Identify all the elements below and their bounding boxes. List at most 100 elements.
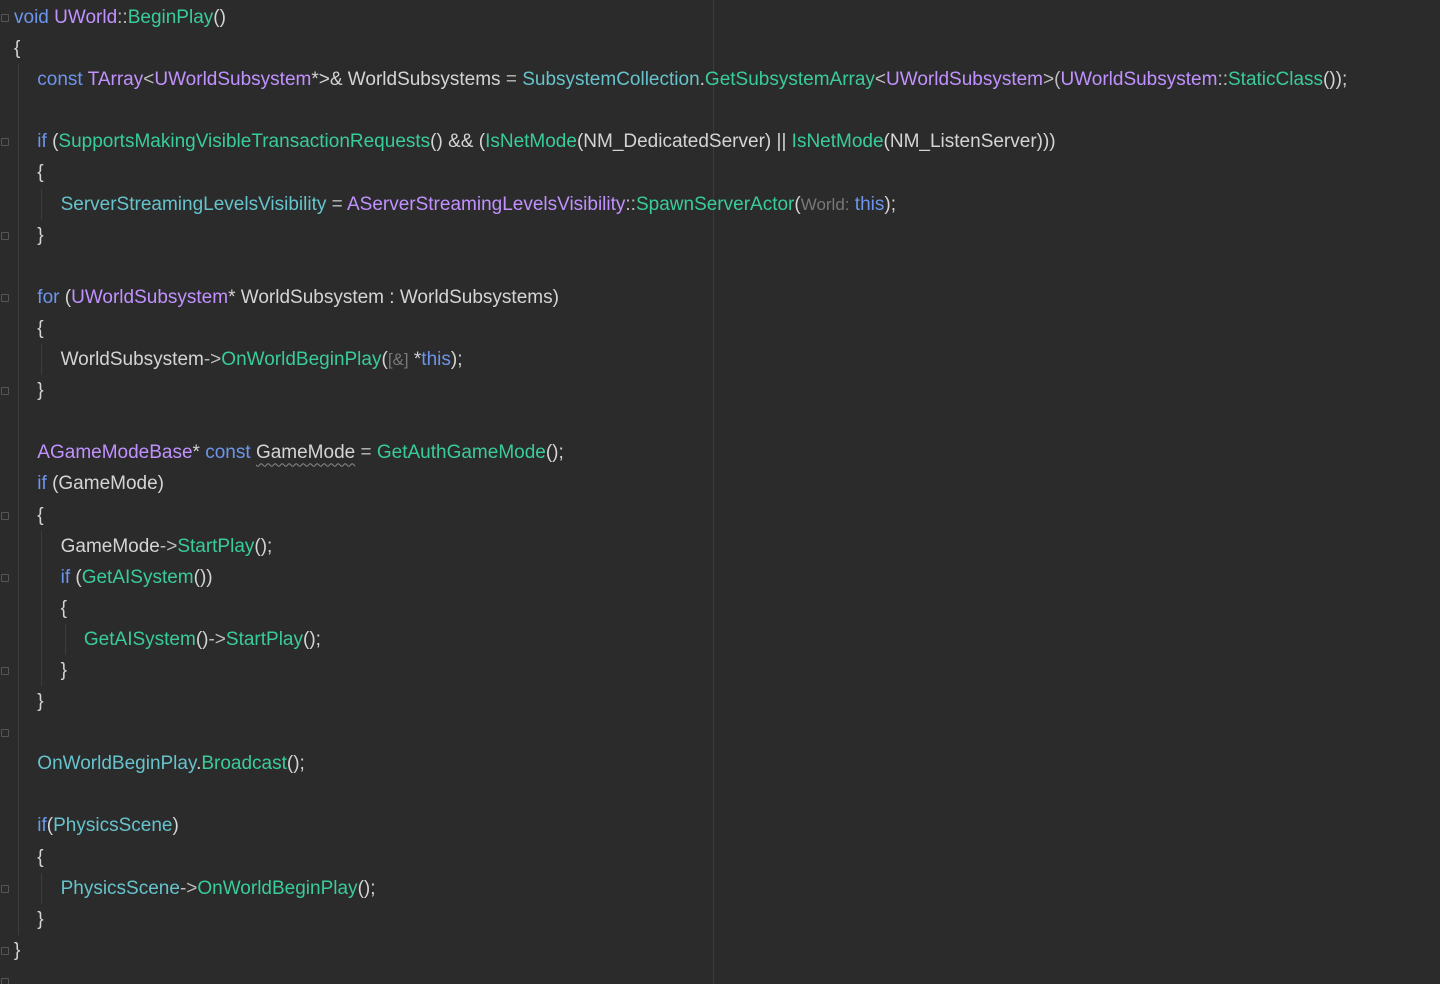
code-line[interactable]: } — [14, 219, 1434, 251]
indent-guide — [18, 126, 19, 158]
fold-marker-icon[interactable] — [1, 667, 9, 676]
code-line[interactable]: } — [14, 375, 1434, 407]
code-token: (); — [254, 535, 273, 557]
indent-guide — [18, 312, 19, 345]
code-token: ( — [59, 286, 72, 308]
indent-guide — [18, 64, 19, 96]
code-line[interactable]: if (SupportsMakingVisibleTransactionRequ… — [14, 126, 1434, 158]
code-token: () — [195, 628, 209, 650]
code-line-content: } — [14, 935, 20, 966]
code-line[interactable]: { — [14, 592, 1434, 624]
code-token: { — [14, 38, 21, 60]
code-line[interactable]: if (GameMode) — [14, 468, 1434, 500]
code-line[interactable]: { — [14, 841, 1434, 873]
code-line-content: if (SupportsMakingVisibleTransactionRequ… — [37, 126, 1055, 157]
code-token: () — [213, 7, 226, 28]
code-token: IsNetMode — [791, 131, 884, 153]
code-line[interactable]: } — [14, 654, 1434, 687]
fold-gutter — [0, 0, 12, 984]
fold-marker-icon[interactable] — [1, 231, 9, 240]
code-line[interactable]: WorldSubsystem->OnWorldBeginPlay([&] *th… — [14, 344, 1434, 376]
code-line[interactable]: GetAISystem()->StartPlay(); — [14, 623, 1434, 655]
indent-guide — [18, 468, 19, 500]
code-token: GetSubsystemArray — [704, 69, 875, 91]
fold-marker-icon[interactable] — [1, 573, 9, 582]
code-token: GameMode — [60, 535, 160, 557]
code-token: StartPlay — [225, 628, 303, 650]
code-token: (); — [545, 442, 564, 464]
code-line[interactable]: for (UWorldSubsystem* WorldSubsystem : W… — [14, 281, 1434, 313]
code-line[interactable]: { — [14, 499, 1434, 531]
code-line-content: const TArray<UWorldSubsystem*>& WorldSub… — [37, 64, 1347, 95]
fold-marker-icon[interactable] — [1, 884, 9, 893]
indent-guide — [18, 250, 19, 282]
indent-guide — [18, 903, 19, 935]
code-token: (); — [286, 753, 305, 775]
fold-marker-icon[interactable] — [1, 729, 9, 738]
indent-guide — [18, 748, 19, 780]
code-token: if — [37, 473, 47, 495]
code-line[interactable]: AGameModeBase* const GameMode = GetAuthG… — [14, 437, 1434, 469]
code-line-content: GameMode->StartPlay(); — [61, 531, 273, 562]
fold-marker-icon[interactable] — [1, 511, 9, 520]
fold-marker-icon[interactable] — [1, 947, 9, 955]
code-line[interactable]: { — [14, 33, 1434, 64]
code-token: if — [37, 815, 47, 837]
fold-marker-icon[interactable] — [1, 293, 9, 302]
fold-marker-icon[interactable] — [1, 14, 9, 22]
code-line[interactable]: void UWorld::BeginPlay() — [14, 2, 1434, 33]
indent-guide — [41, 654, 43, 687]
indent-guide — [18, 344, 19, 376]
code-editor[interactable]: void UWorld::BeginPlay(){const TArray<UW… — [0, 0, 1440, 984]
code-line[interactable]: { — [14, 157, 1434, 189]
code-token: { — [60, 597, 67, 619]
code-line[interactable] — [14, 406, 1434, 438]
code-line-content: OnWorldBeginPlay.Broadcast(); — [37, 748, 305, 779]
code-line[interactable]: if (GetAISystem()) — [14, 561, 1434, 593]
code-token: :: — [625, 193, 636, 215]
code-line[interactable]: { — [14, 312, 1434, 345]
code-line-content: { — [37, 842, 43, 873]
fold-marker-icon[interactable] — [1, 387, 9, 396]
code-token: const — [37, 69, 83, 91]
code-token: IsNetMode — [485, 131, 577, 153]
code-token: } — [37, 908, 44, 930]
code-line[interactable]: GameMode->StartPlay(); — [14, 530, 1434, 562]
code-token: ))) — [1036, 131, 1056, 153]
code-token: ) || — [764, 131, 792, 153]
indent-guide — [18, 779, 19, 811]
code-token: NM_ListenServer — [889, 131, 1037, 153]
fold-marker-icon[interactable] — [1, 978, 9, 984]
code-token: OnWorldBeginPlay — [221, 349, 382, 371]
indent-guide — [18, 872, 19, 904]
code-line[interactable]: if(PhysicsScene) — [14, 810, 1434, 842]
fold-marker-icon[interactable] — [1, 138, 9, 147]
indent-guide — [64, 623, 66, 655]
code-token: () && ( — [430, 131, 486, 153]
code-line[interactable]: const TArray<UWorldSubsystem*>& WorldSub… — [14, 64, 1434, 96]
code-line[interactable] — [14, 250, 1434, 282]
code-token: * — [408, 349, 422, 371]
code-line[interactable]: } — [14, 686, 1434, 718]
code-token: this — [421, 349, 451, 371]
code-line[interactable]: } — [14, 935, 1434, 966]
code-line[interactable] — [14, 779, 1434, 811]
code-area[interactable]: void UWorld::BeginPlay(){const TArray<UW… — [14, 2, 1434, 966]
code-token: GetAuthGameMode — [376, 442, 546, 464]
code-token: const — [205, 442, 251, 464]
code-token: UWorldSubsystem — [1060, 69, 1218, 91]
code-token: ); — [884, 193, 896, 215]
code-line[interactable]: OnWorldBeginPlay.Broadcast(); — [14, 748, 1434, 780]
code-token: { — [37, 162, 44, 184]
code-line[interactable]: PhysicsScene->OnWorldBeginPlay(); — [14, 872, 1434, 904]
code-token: ()) — [193, 566, 213, 588]
code-token: OnWorldBeginPlay — [37, 753, 197, 775]
code-token: -> — [159, 535, 178, 557]
code-line[interactable]: } — [14, 903, 1434, 935]
code-token: ); — [450, 349, 463, 371]
code-line[interactable]: ServerStreamingLevelsVisibility = AServe… — [14, 188, 1434, 220]
indent-guide — [41, 561, 43, 593]
code-line[interactable] — [14, 717, 1434, 749]
indent-guide — [18, 623, 19, 655]
code-line[interactable] — [14, 95, 1434, 127]
